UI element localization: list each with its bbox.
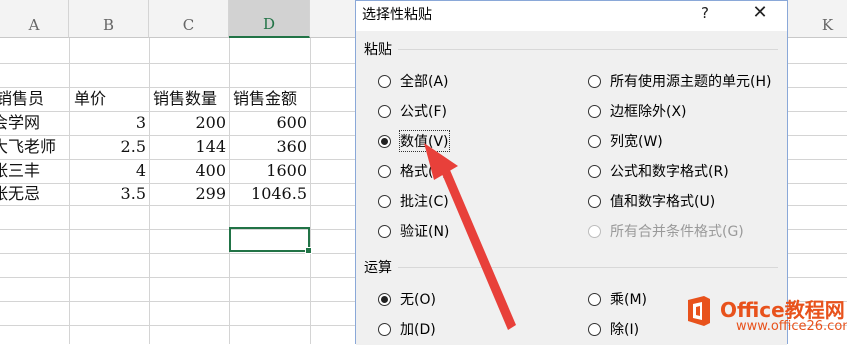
column-header-a[interactable]: A	[0, 0, 69, 38]
radio-label: 除(I)	[610, 322, 640, 338]
office-logo-icon	[688, 296, 710, 326]
radio-label: 边框除外(X)	[610, 104, 687, 120]
radio-indicator	[378, 322, 391, 336]
column-header-c[interactable]: C	[149, 0, 229, 38]
radio-indicator	[588, 164, 601, 178]
divider	[398, 267, 778, 268]
radio-label: 格式(T)	[400, 164, 448, 180]
column-header-b[interactable]: B	[69, 0, 149, 38]
help-button[interactable]: ?	[694, 1, 716, 23]
close-button[interactable]: ✕	[748, 1, 772, 25]
radio-label: 数值(V)	[399, 130, 450, 152]
radio-label: 公式(F)	[400, 104, 447, 120]
radio-indicator	[588, 74, 601, 88]
column-header-e[interactable]	[310, 0, 360, 38]
watermark-url: www.office26.com	[736, 319, 847, 334]
radio-label: 批注(C)	[400, 194, 449, 210]
cell-name[interactable]: 大飞老师	[0, 135, 56, 159]
radio-label: 无(O)	[400, 292, 436, 308]
radio-label: 乘(M)	[610, 292, 648, 308]
header-cell-amount[interactable]: 销售金额	[233, 87, 297, 111]
radio-op-none[interactable]: 无(O)	[378, 289, 436, 309]
cell-price[interactable]: 3	[69, 111, 146, 135]
radio-op-multiply[interactable]: 乘(M)	[588, 289, 647, 309]
header-cell-unit-price[interactable]: 单价	[74, 87, 106, 111]
radio-indicator	[588, 104, 601, 118]
radio-label: 所有合并条件格式(G)	[610, 224, 744, 240]
operation-section-label: 运算	[364, 260, 392, 276]
radio-indicator	[588, 224, 601, 238]
radio-paste-no-borders[interactable]: 边框除外(X)	[588, 101, 687, 121]
divider	[398, 49, 778, 50]
radio-paste-comments[interactable]: 批注(C)	[378, 191, 449, 211]
cell-qty[interactable]: 400	[149, 159, 226, 183]
watermark: Office教程网 www.office26.com	[682, 294, 847, 344]
cell-price[interactable]: 3.5	[69, 182, 146, 206]
gridline	[310, 38, 311, 344]
radio-indicator	[588, 194, 601, 208]
radio-paste-values[interactable]: 数值(V)	[378, 130, 450, 152]
radio-paste-merge-conditional-formats: 所有合并条件格式(G)	[588, 221, 744, 241]
radio-paste-column-widths[interactable]: 列宽(W)	[588, 131, 663, 151]
radio-label: 加(D)	[400, 322, 436, 338]
radio-op-add[interactable]: 加(D)	[378, 319, 436, 339]
radio-indicator	[588, 134, 601, 148]
header-cell-salesperson[interactable]: 销售员	[0, 87, 44, 111]
cell-amount[interactable]: 1600	[229, 159, 307, 183]
cell-qty[interactable]: 299	[149, 182, 226, 206]
radio-paste-formulas[interactable]: 公式(F)	[378, 101, 447, 121]
header-cell-quantity[interactable]: 销售数量	[153, 87, 217, 111]
radio-paste-formulas-number-formats[interactable]: 公式和数字格式(R)	[588, 161, 729, 181]
active-cell-selection[interactable]	[229, 227, 312, 254]
radio-paste-source-theme[interactable]: 所有使用源主题的单元(H)	[588, 71, 771, 91]
cell-name[interactable]: 张无忌	[0, 182, 40, 206]
radio-indicator	[378, 164, 391, 178]
radio-indicator	[588, 322, 601, 336]
radio-label: 列宽(W)	[610, 134, 663, 150]
cell-name[interactable]: 张三丰	[0, 159, 40, 183]
radio-label: 值和数字格式(U)	[610, 194, 716, 210]
cell-price[interactable]: 2.5	[69, 135, 146, 159]
radio-indicator	[378, 74, 391, 88]
radio-indicator	[378, 104, 391, 118]
radio-op-divide[interactable]: 除(I)	[588, 319, 639, 339]
radio-label: 公式和数字格式(R)	[610, 164, 729, 180]
cell-price[interactable]: 4	[69, 159, 146, 183]
cell-name[interactable]: 会学网	[0, 111, 40, 135]
cell-amount[interactable]: 1046.5	[229, 182, 307, 206]
radio-label: 验证(N)	[400, 224, 450, 240]
fill-handle[interactable]	[305, 247, 312, 254]
radio-indicator	[588, 292, 601, 306]
cell-qty[interactable]: 144	[149, 135, 226, 159]
radio-indicator-checked	[378, 292, 391, 306]
cell-qty[interactable]: 200	[149, 111, 226, 135]
radio-label: 所有使用源主题的单元(H)	[610, 74, 772, 90]
radio-paste-formats[interactable]: 格式(T)	[378, 161, 447, 181]
radio-paste-validation[interactable]: 验证(N)	[378, 221, 449, 241]
dialog-title: 选择性粘贴	[362, 7, 432, 23]
radio-paste-all[interactable]: 全部(A)	[378, 71, 449, 91]
paste-special-dialog: 选择性粘贴 ? ✕ 粘贴 全部(A) 公式(F) 数值(V) 格式(T) 批注(…	[355, 0, 788, 345]
radio-label: 全部(A)	[400, 74, 449, 90]
radio-indicator	[378, 194, 391, 208]
cell-amount[interactable]: 600	[229, 111, 307, 135]
column-header-d[interactable]: D	[229, 0, 310, 38]
radio-indicator	[378, 224, 391, 238]
radio-paste-values-number-formats[interactable]: 值和数字格式(U)	[588, 191, 715, 211]
cell-amount[interactable]: 360	[229, 135, 307, 159]
column-header-k[interactable]: K	[788, 0, 847, 38]
radio-indicator-checked	[378, 134, 391, 148]
paste-section-label: 粘贴	[364, 42, 392, 58]
